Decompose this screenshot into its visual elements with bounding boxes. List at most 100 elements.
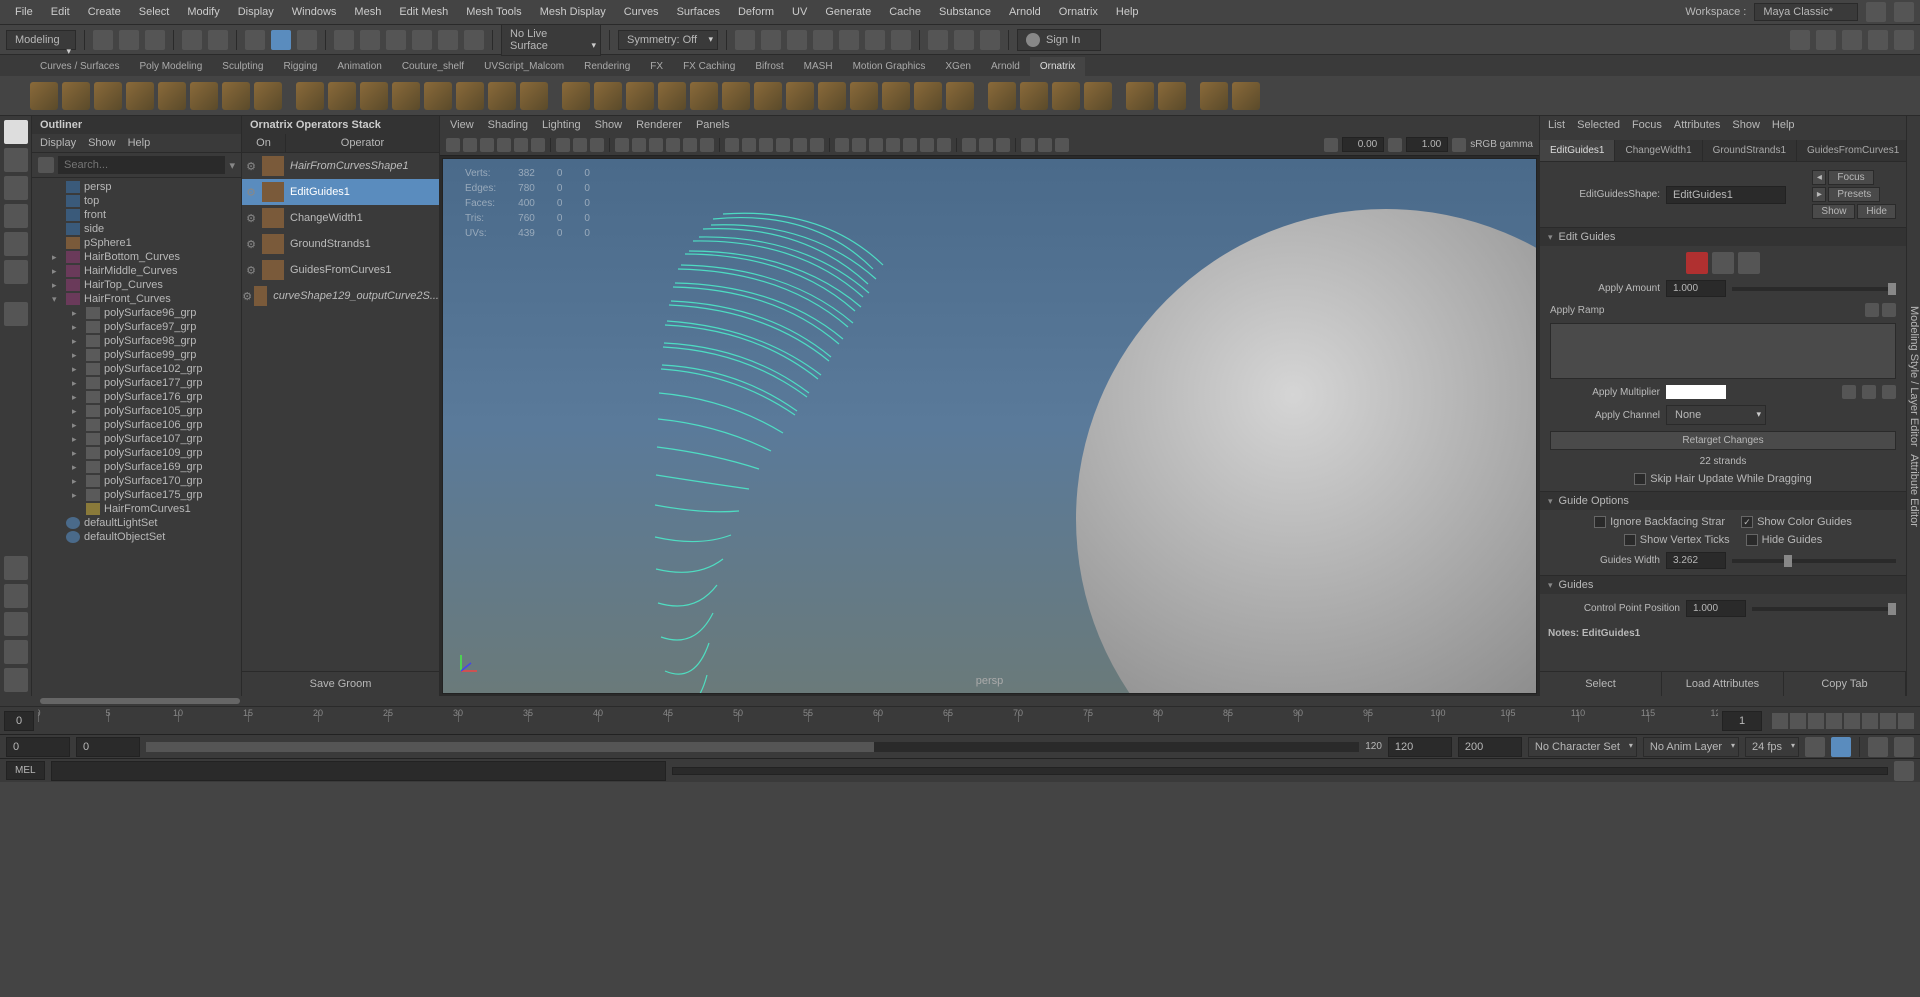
shelf-icon[interactable] [562,82,590,110]
shelf-icon[interactable] [658,82,686,110]
viewport-toolbar-icon[interactable] [649,138,663,152]
play-fwd-icon[interactable] [1844,713,1860,729]
apply-multiplier-swatch[interactable] [1666,385,1726,399]
viewport-toolbar-icon[interactable] [590,138,604,152]
exposure-field[interactable]: 0.00 [1342,137,1384,152]
viewport-toolbar-icon[interactable] [463,138,477,152]
shelf-icon[interactable] [392,82,420,110]
shelf-icon[interactable] [914,82,942,110]
viewport-toolbar-icon[interactable] [937,138,951,152]
time-slider[interactable]: 0510152025303540455055606570758085909510… [0,706,1920,734]
outliner-menu-show[interactable]: Show [88,137,116,149]
ghost-icon[interactable] [980,30,1000,50]
playblast-icon[interactable] [954,30,974,50]
menu-generate[interactable]: Generate [816,6,880,18]
hypershade-icon[interactable] [839,30,859,50]
viewport-toolbar-icon[interactable] [742,138,756,152]
open-scene-icon[interactable] [119,30,139,50]
workspace-dropdown[interactable]: Maya Classic* [1754,3,1858,21]
outliner-item[interactable]: defaultLightSet [32,516,241,530]
rotate-tool-icon[interactable] [4,232,28,256]
multiplier-pick-icon[interactable] [1882,385,1896,399]
viewport-toolbar-icon[interactable] [531,138,545,152]
outliner-item[interactable]: ▸polySurface109_grp [32,446,241,460]
apply-ramp-widget[interactable] [1550,323,1896,379]
operator-row[interactable]: ⚙curveShape129_outputCurve2S... [242,283,439,309]
show-vertex-checkbox[interactable] [1624,534,1636,546]
persp-layout-icon[interactable] [4,584,28,608]
anim-end-field[interactable] [1458,737,1522,757]
character-set-dropdown[interactable]: No Character Set [1528,737,1637,757]
viewport-toolbar-icon[interactable] [446,138,460,152]
outliner-item[interactable]: ▸polySurface107_grp [32,432,241,446]
vp-menu-panels[interactable]: Panels [696,119,730,131]
outliner-item[interactable]: ▸HairTop_Curves [32,278,241,292]
viewport-toolbar-icon[interactable] [725,138,739,152]
section-guides[interactable]: Guides [1540,575,1906,594]
vp-menu-shading[interactable]: Shading [488,119,528,131]
step-fwd-key-icon[interactable] [1880,713,1896,729]
colorspace-icon[interactable] [1452,138,1466,152]
shelf-icon[interactable] [62,82,90,110]
viewport-toolbar-icon[interactable] [615,138,629,152]
multiplier-icon-2[interactable] [1862,385,1876,399]
section-edit-guides[interactable]: Edit Guides [1540,227,1906,246]
outliner-item[interactable]: top [32,194,241,208]
operator-row[interactable]: ⚙HairFromCurvesShape1 [242,153,439,179]
show-button[interactable]: Show [1812,204,1855,219]
sign-in-button[interactable]: Sign In [1017,29,1101,51]
attr-tab[interactable]: EditGuides1 [1540,140,1615,161]
shelf-icon[interactable] [94,82,122,110]
construction-history-icon[interactable] [735,30,755,50]
mode-root-icon[interactable] [1686,252,1708,274]
search-dropdown-icon[interactable]: ▾ [229,159,235,172]
shelf-icon[interactable] [754,82,782,110]
load-attributes-button[interactable]: Load Attributes [1662,672,1784,696]
lasso-tool-icon[interactable] [271,30,291,50]
menu-edit-mesh[interactable]: Edit Mesh [390,6,457,18]
operator-row[interactable]: ⚙GuidesFromCurves1 [242,257,439,283]
menu-cache[interactable]: Cache [880,6,930,18]
shelf-icon[interactable] [328,82,356,110]
gamma-icon[interactable] [1388,138,1402,152]
shelf-icon[interactable] [882,82,910,110]
shelf-tab-poly-modeling[interactable]: Poly Modeling [129,57,212,76]
outliner-item[interactable]: ▸polySurface175_grp [32,488,241,502]
shelf-tab-couture-shelf[interactable]: Couture_shelf [392,57,474,76]
shelf-icon[interactable] [1084,82,1112,110]
shelf-icon[interactable] [850,82,878,110]
menu-mesh-tools[interactable]: Mesh Tools [457,6,530,18]
modeling-toolkit-icon[interactable] [1790,30,1810,50]
outliner-item[interactable]: ▸HairMiddle_Curves [32,264,241,278]
shelf-tab-mash[interactable]: MASH [794,57,843,76]
nav-fwd-icon[interactable]: ▸ [1812,187,1826,202]
anim-layer-dropdown[interactable]: No Anim Layer [1643,737,1739,757]
anim-prefs-icon[interactable] [1868,737,1888,757]
viewport-toolbar-icon[interactable] [1055,138,1069,152]
menu-uv[interactable]: UV [783,6,816,18]
render-icon[interactable] [761,30,781,50]
snap-curve-icon[interactable] [360,30,380,50]
outliner-item[interactable]: ▸polySurface102_grp [32,362,241,376]
ignore-backfacing-checkbox[interactable] [1594,516,1606,528]
show-color-checkbox[interactable]: ✓ [1741,516,1753,528]
shelf-icon[interactable] [360,82,388,110]
workspace-config-icon[interactable] [1866,2,1886,22]
outliner-item[interactable]: ▸polySurface99_grp [32,348,241,362]
operator-row[interactable]: ⚙ChangeWidth1 [242,205,439,231]
snap-grid-icon[interactable] [334,30,354,50]
shelf-icon[interactable] [1126,82,1154,110]
ramp-mode-icon[interactable] [1865,303,1879,317]
shelf-tab-sculpting[interactable]: Sculpting [212,57,273,76]
viewport-toolbar-icon[interactable] [886,138,900,152]
viewport-toolbar-icon[interactable] [835,138,849,152]
scale-tool-icon[interactable] [4,260,28,284]
shelf-icon[interactable] [626,82,654,110]
menu-create[interactable]: Create [79,6,130,18]
step-fwd-icon[interactable] [1862,713,1878,729]
shelf-icon[interactable] [222,82,250,110]
snap-point-icon[interactable] [386,30,406,50]
gear-icon[interactable]: ⚙ [242,186,260,199]
right-sidebar[interactable]: Modeling Style / Layer Editor Attribute … [1906,116,1920,696]
attr-tab[interactable]: GuidesFromCurves1 [1797,140,1910,161]
